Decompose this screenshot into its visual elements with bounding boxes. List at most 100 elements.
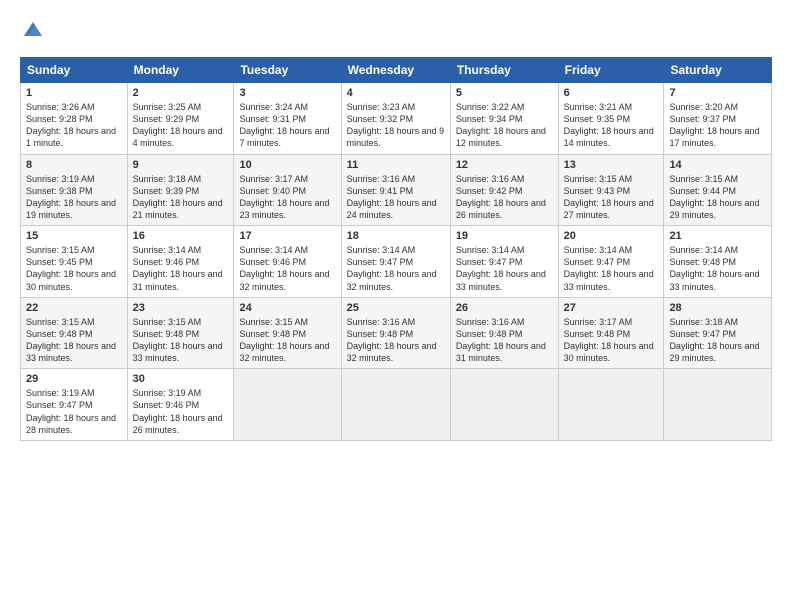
day-number: 4 xyxy=(347,87,445,99)
day-number: 12 xyxy=(456,159,553,171)
day-number: 14 xyxy=(669,159,766,171)
calendar-cell: 4 Sunrise: 3:23 AMSunset: 9:32 PMDaylight… xyxy=(341,83,450,155)
calendar-cell: 10 Sunrise: 3:17 AMSunset: 9:40 PMDayligh… xyxy=(234,154,341,226)
cell-content: Sunrise: 3:22 AMSunset: 9:34 PMDaylight:… xyxy=(456,101,553,150)
calendar-cell: 9 Sunrise: 3:18 AMSunset: 9:39 PMDaylight… xyxy=(127,154,234,226)
calendar-cell: 15 Sunrise: 3:15 AMSunset: 9:45 PMDayligh… xyxy=(21,226,128,298)
calendar-cell: 29 Sunrise: 3:19 AMSunset: 9:47 PMDayligh… xyxy=(21,369,128,441)
day-number: 29 xyxy=(26,373,122,385)
cell-content: Sunrise: 3:24 AMSunset: 9:31 PMDaylight:… xyxy=(239,101,335,150)
cell-content: Sunrise: 3:14 AMSunset: 9:46 PMDaylight:… xyxy=(239,244,335,293)
calendar-table: SundayMondayTuesdayWednesdayThursdayFrid… xyxy=(20,57,772,441)
day-number: 11 xyxy=(347,159,445,171)
calendar-cell xyxy=(558,369,664,441)
cell-content: Sunrise: 3:20 AMSunset: 9:37 PMDaylight:… xyxy=(669,101,766,150)
calendar-cell: 2 Sunrise: 3:25 AMSunset: 9:29 PMDaylight… xyxy=(127,83,234,155)
day-number: 3 xyxy=(239,87,335,99)
cell-content: Sunrise: 3:14 AMSunset: 9:47 PMDaylight:… xyxy=(564,244,659,293)
cell-content: Sunrise: 3:15 AMSunset: 9:48 PMDaylight:… xyxy=(133,316,229,365)
day-number: 20 xyxy=(564,230,659,242)
calendar-cell xyxy=(450,369,558,441)
calendar-cell: 22Sunrise: 3:15 AMSunset: 9:48 PMDayligh… xyxy=(21,297,128,369)
cell-content: Sunrise: 3:16 AMSunset: 9:48 PMDaylight:… xyxy=(456,316,553,365)
cell-content: Sunrise: 3:14 AMSunset: 9:46 PMDaylight:… xyxy=(133,244,229,293)
calendar-cell: 27Sunrise: 3:17 AMSunset: 9:48 PMDayligh… xyxy=(558,297,664,369)
calendar-week-5: 29 Sunrise: 3:19 AMSunset: 9:47 PMDayligh… xyxy=(21,369,772,441)
day-number: 1 xyxy=(26,87,122,99)
cell-content: Sunrise: 3:14 AMSunset: 9:47 PMDaylight:… xyxy=(456,244,553,293)
day-number: 28 xyxy=(669,302,766,314)
day-number: 18 xyxy=(347,230,445,242)
day-number: 26 xyxy=(456,302,553,314)
calendar-cell: 8Sunrise: 3:19 AMSunset: 9:38 PMDaylight… xyxy=(21,154,128,226)
cell-content: Sunrise: 3:26 AMSunset: 9:28 PMDaylight:… xyxy=(26,101,122,150)
calendar-cell: 14Sunrise: 3:15 AMSunset: 9:44 PMDayligh… xyxy=(664,154,772,226)
day-number: 24 xyxy=(239,302,335,314)
cell-content: Sunrise: 3:15 AMSunset: 9:45 PMDaylight:… xyxy=(26,244,122,293)
cell-content: Sunrise: 3:25 AMSunset: 9:29 PMDaylight:… xyxy=(133,101,229,150)
day-number: 25 xyxy=(347,302,445,314)
col-header-monday: Monday xyxy=(127,58,234,83)
cell-content: Sunrise: 3:15 AMSunset: 9:43 PMDaylight:… xyxy=(564,173,659,222)
calendar-cell: 26 Sunrise: 3:16 AMSunset: 9:48 PMDayligh… xyxy=(450,297,558,369)
cell-content: Sunrise: 3:17 AMSunset: 9:40 PMDaylight:… xyxy=(239,173,335,222)
calendar-cell: 7 Sunrise: 3:20 AMSunset: 9:37 PMDaylight… xyxy=(664,83,772,155)
col-header-thursday: Thursday xyxy=(450,58,558,83)
day-number: 30 xyxy=(133,373,229,385)
day-number: 21 xyxy=(669,230,766,242)
col-header-sunday: Sunday xyxy=(21,58,128,83)
cell-content: Sunrise: 3:16 AMSunset: 9:41 PMDaylight:… xyxy=(347,173,445,222)
col-header-tuesday: Tuesday xyxy=(234,58,341,83)
day-number: 8 xyxy=(26,159,122,171)
day-number: 6 xyxy=(564,87,659,99)
day-number: 15 xyxy=(26,230,122,242)
day-number: 5 xyxy=(456,87,553,99)
calendar-cell xyxy=(341,369,450,441)
calendar-cell: 6 Sunrise: 3:21 AMSunset: 9:35 PMDaylight… xyxy=(558,83,664,155)
calendar-week-3: 15 Sunrise: 3:15 AMSunset: 9:45 PMDayligh… xyxy=(21,226,772,298)
col-header-saturday: Saturday xyxy=(664,58,772,83)
cell-content: Sunrise: 3:16 AMSunset: 9:48 PMDaylight:… xyxy=(347,316,445,365)
day-number: 16 xyxy=(133,230,229,242)
cell-content: Sunrise: 3:18 AMSunset: 9:47 PMDaylight:… xyxy=(669,316,766,365)
calendar-week-4: 22 Sunrise: 3:15 AMSunset: 9:48 PMDayligh… xyxy=(21,297,772,369)
cell-content: Sunrise: 3:14 AMSunset: 9:48 PMDaylight:… xyxy=(669,244,766,293)
calendar-cell: 19Sunrise: 3:14 AMSunset: 9:47 PMDayligh… xyxy=(450,226,558,298)
calendar-cell: 21 Sunrise: 3:14 AMSunset: 9:48 PMDayligh… xyxy=(664,226,772,298)
logo xyxy=(20,18,44,45)
calendar-header-row: SundayMondayTuesdayWednesdayThursdayFrid… xyxy=(21,58,772,83)
day-number: 10 xyxy=(239,159,335,171)
calendar-cell: 18Sunrise: 3:14 AMSunset: 9:47 PMDayligh… xyxy=(341,226,450,298)
calendar-cell: 13Sunrise: 3:15 AMSunset: 9:43 PMDayligh… xyxy=(558,154,664,226)
calendar-week-1: 1 Sunrise: 3:26 AMSunset: 9:28 PMDaylight… xyxy=(21,83,772,155)
day-number: 7 xyxy=(669,87,766,99)
cell-content: Sunrise: 3:18 AMSunset: 9:39 PMDaylight:… xyxy=(133,173,229,222)
calendar-cell: 24 Sunrise: 3:15 AMSunset: 9:48 PMDayligh… xyxy=(234,297,341,369)
calendar-week-2: 8Sunrise: 3:19 AMSunset: 9:38 PMDaylight… xyxy=(21,154,772,226)
calendar-cell: 12Sunrise: 3:16 AMSunset: 9:42 PMDayligh… xyxy=(450,154,558,226)
day-number: 22 xyxy=(26,302,122,314)
calendar-cell xyxy=(234,369,341,441)
calendar-cell: 23 Sunrise: 3:15 AMSunset: 9:48 PMDayligh… xyxy=(127,297,234,369)
calendar-cell: 25 Sunrise: 3:16 AMSunset: 9:48 PMDayligh… xyxy=(341,297,450,369)
calendar-cell: 1 Sunrise: 3:26 AMSunset: 9:28 PMDaylight… xyxy=(21,83,128,155)
page: SundayMondayTuesdayWednesdayThursdayFrid… xyxy=(0,0,792,612)
cell-content: Sunrise: 3:21 AMSunset: 9:35 PMDaylight:… xyxy=(564,101,659,150)
calendar-cell: 16 Sunrise: 3:14 AMSunset: 9:46 PMDayligh… xyxy=(127,226,234,298)
day-number: 2 xyxy=(133,87,229,99)
calendar-cell: 5 Sunrise: 3:22 AMSunset: 9:34 PMDaylight… xyxy=(450,83,558,155)
cell-content: Sunrise: 3:15 AMSunset: 9:48 PMDaylight:… xyxy=(239,316,335,365)
calendar-cell: 11 Sunrise: 3:16 AMSunset: 9:41 PMDayligh… xyxy=(341,154,450,226)
calendar-cell: 3 Sunrise: 3:24 AMSunset: 9:31 PMDaylight… xyxy=(234,83,341,155)
logo-icon xyxy=(22,18,44,40)
cell-content: Sunrise: 3:19 AMSunset: 9:46 PMDaylight:… xyxy=(133,387,229,436)
day-number: 9 xyxy=(133,159,229,171)
calendar-cell: 17Sunrise: 3:14 AMSunset: 9:46 PMDayligh… xyxy=(234,226,341,298)
calendar-cell: 20 Sunrise: 3:14 AMSunset: 9:47 PMDayligh… xyxy=(558,226,664,298)
col-header-wednesday: Wednesday xyxy=(341,58,450,83)
cell-content: Sunrise: 3:23 AMSunset: 9:32 PMDaylight:… xyxy=(347,101,445,150)
cell-content: Sunrise: 3:19 AMSunset: 9:47 PMDaylight:… xyxy=(26,387,122,436)
calendar-cell: 28 Sunrise: 3:18 AMSunset: 9:47 PMDayligh… xyxy=(664,297,772,369)
calendar-cell: 30 Sunrise: 3:19 AMSunset: 9:46 PMDayligh… xyxy=(127,369,234,441)
day-number: 23 xyxy=(133,302,229,314)
